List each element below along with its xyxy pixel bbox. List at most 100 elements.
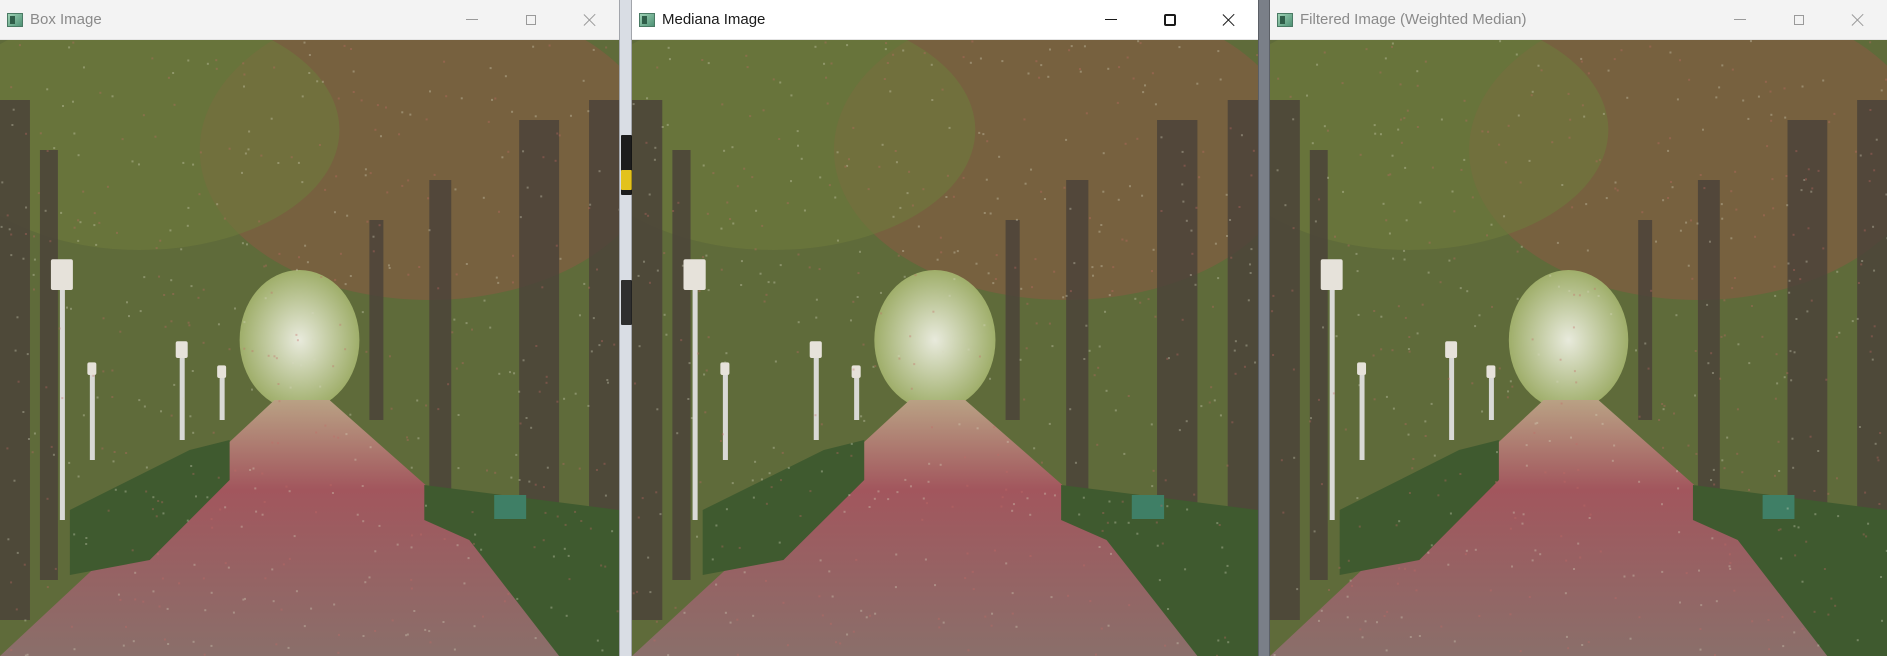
noise-pixel: [1403, 567, 1406, 570]
noise-pixel: [966, 552, 969, 555]
noise-pixel: [773, 281, 776, 284]
tree-trunk: [429, 180, 452, 510]
noise-pixel: [1673, 412, 1676, 415]
noise-pixel: [843, 510, 846, 513]
noise-pixel: [1318, 198, 1321, 201]
maximize-button[interactable]: [501, 0, 560, 39]
noise-pixel: [169, 229, 172, 232]
noise-pixel: [555, 244, 558, 247]
noise-pixel: [1093, 374, 1096, 377]
noise-pixel: [1721, 459, 1724, 462]
noise-pixel: [698, 290, 701, 293]
noise-pixel: [320, 276, 323, 278]
noise-pixel: [1498, 367, 1501, 370]
noise-pixel: [1638, 415, 1641, 418]
noise-pixel: [416, 399, 419, 402]
noise-pixel: [1860, 263, 1863, 266]
minimize-button[interactable]: [1710, 0, 1769, 39]
noise-pixel: [1825, 378, 1828, 381]
noise-pixel: [1335, 335, 1338, 338]
noise-pixel: [270, 117, 273, 120]
close-button[interactable]: [1199, 0, 1258, 39]
window-mediana-image[interactable]: Mediana Image: [632, 0, 1258, 656]
noise-pixel: [1564, 592, 1567, 595]
noise-pixel: [18, 44, 21, 47]
noise-pixel: [990, 624, 993, 627]
noise-pixel: [1139, 301, 1142, 304]
noise-pixel: [1864, 491, 1867, 494]
noise-pixel: [703, 373, 706, 376]
noise-pixel: [1711, 372, 1714, 374]
noise-pixel: [1641, 211, 1644, 214]
noise-pixel: [161, 501, 164, 504]
noise-pixel: [1878, 503, 1881, 505]
noise-pixel: [1514, 516, 1517, 519]
noise-pixel: [1400, 616, 1403, 619]
noise-pixel: [242, 62, 245, 65]
noise-pixel: [925, 502, 928, 505]
noise-pixel: [1511, 565, 1514, 568]
noise-pixel: [989, 377, 992, 380]
noise-pixel: [1178, 429, 1181, 432]
noise-pixel: [644, 212, 647, 215]
noise-pixel: [996, 197, 999, 200]
noise-pixel: [1078, 68, 1082, 70]
noise-pixel: [778, 138, 781, 140]
noise-pixel: [321, 80, 324, 83]
noise-pixel: [880, 312, 883, 315]
minimize-button[interactable]: [442, 0, 501, 39]
close-button[interactable]: [560, 0, 619, 39]
noise-pixel: [362, 635, 365, 637]
noise-pixel: [668, 58, 671, 61]
window-weighted-median-image[interactable]: Filtered Image (Weighted Median): [1270, 0, 1887, 656]
noise-pixel: [410, 587, 413, 590]
noise-pixel: [1030, 168, 1033, 171]
noise-pixel: [45, 386, 48, 389]
noise-pixel: [406, 633, 409, 636]
close-button[interactable]: [1828, 0, 1887, 39]
noise-pixel: [930, 426, 933, 429]
noise-pixel: [1597, 295, 1600, 297]
noise-pixel: [759, 272, 762, 275]
noise-pixel: [860, 609, 863, 612]
noise-pixel: [1813, 610, 1816, 613]
noise-pixel: [216, 203, 219, 206]
maximize-button[interactable]: [1769, 0, 1828, 39]
noise-pixel: [261, 513, 264, 516]
noise-pixel: [114, 488, 117, 491]
noise-pixel: [1100, 627, 1103, 630]
noise-pixel: [1688, 78, 1691, 81]
noise-pixel: [465, 322, 468, 325]
maximize-button[interactable]: [1140, 0, 1199, 39]
noise-pixel: [850, 454, 853, 457]
window-box-image[interactable]: Box Image: [0, 0, 619, 656]
noise-pixel: [598, 344, 601, 347]
noise-pixel: [1814, 513, 1817, 516]
noise-pixel: [1549, 274, 1552, 277]
titlebar[interactable]: Box Image: [0, 0, 619, 40]
noise-pixel: [942, 621, 945, 624]
noise-pixel: [254, 487, 257, 490]
noise-pixel: [1292, 368, 1295, 371]
titlebar[interactable]: Mediana Image: [632, 0, 1258, 40]
noise-pixel: [1338, 566, 1341, 569]
noise-pixel: [44, 209, 47, 212]
noise-pixel: [1186, 508, 1189, 511]
park-photo: [632, 40, 1258, 656]
noise-pixel: [142, 600, 145, 603]
noise-pixel: [1136, 137, 1139, 140]
noise-pixel: [878, 165, 881, 168]
titlebar[interactable]: Filtered Image (Weighted Median): [1270, 0, 1887, 40]
noise-pixel: [1565, 559, 1568, 562]
noise-pixel: [1471, 382, 1474, 385]
noise-pixel: [1412, 458, 1415, 460]
noise-pixel: [1161, 542, 1164, 545]
noise-pixel: [191, 370, 194, 372]
noise-pixel: [1314, 220, 1317, 223]
noise-pixel: [362, 520, 365, 523]
noise-pixel: [1528, 159, 1531, 162]
minimize-button[interactable]: [1081, 0, 1140, 39]
noise-pixel: [924, 558, 927, 561]
noise-pixel: [289, 386, 292, 389]
noise-pixel: [862, 343, 865, 346]
